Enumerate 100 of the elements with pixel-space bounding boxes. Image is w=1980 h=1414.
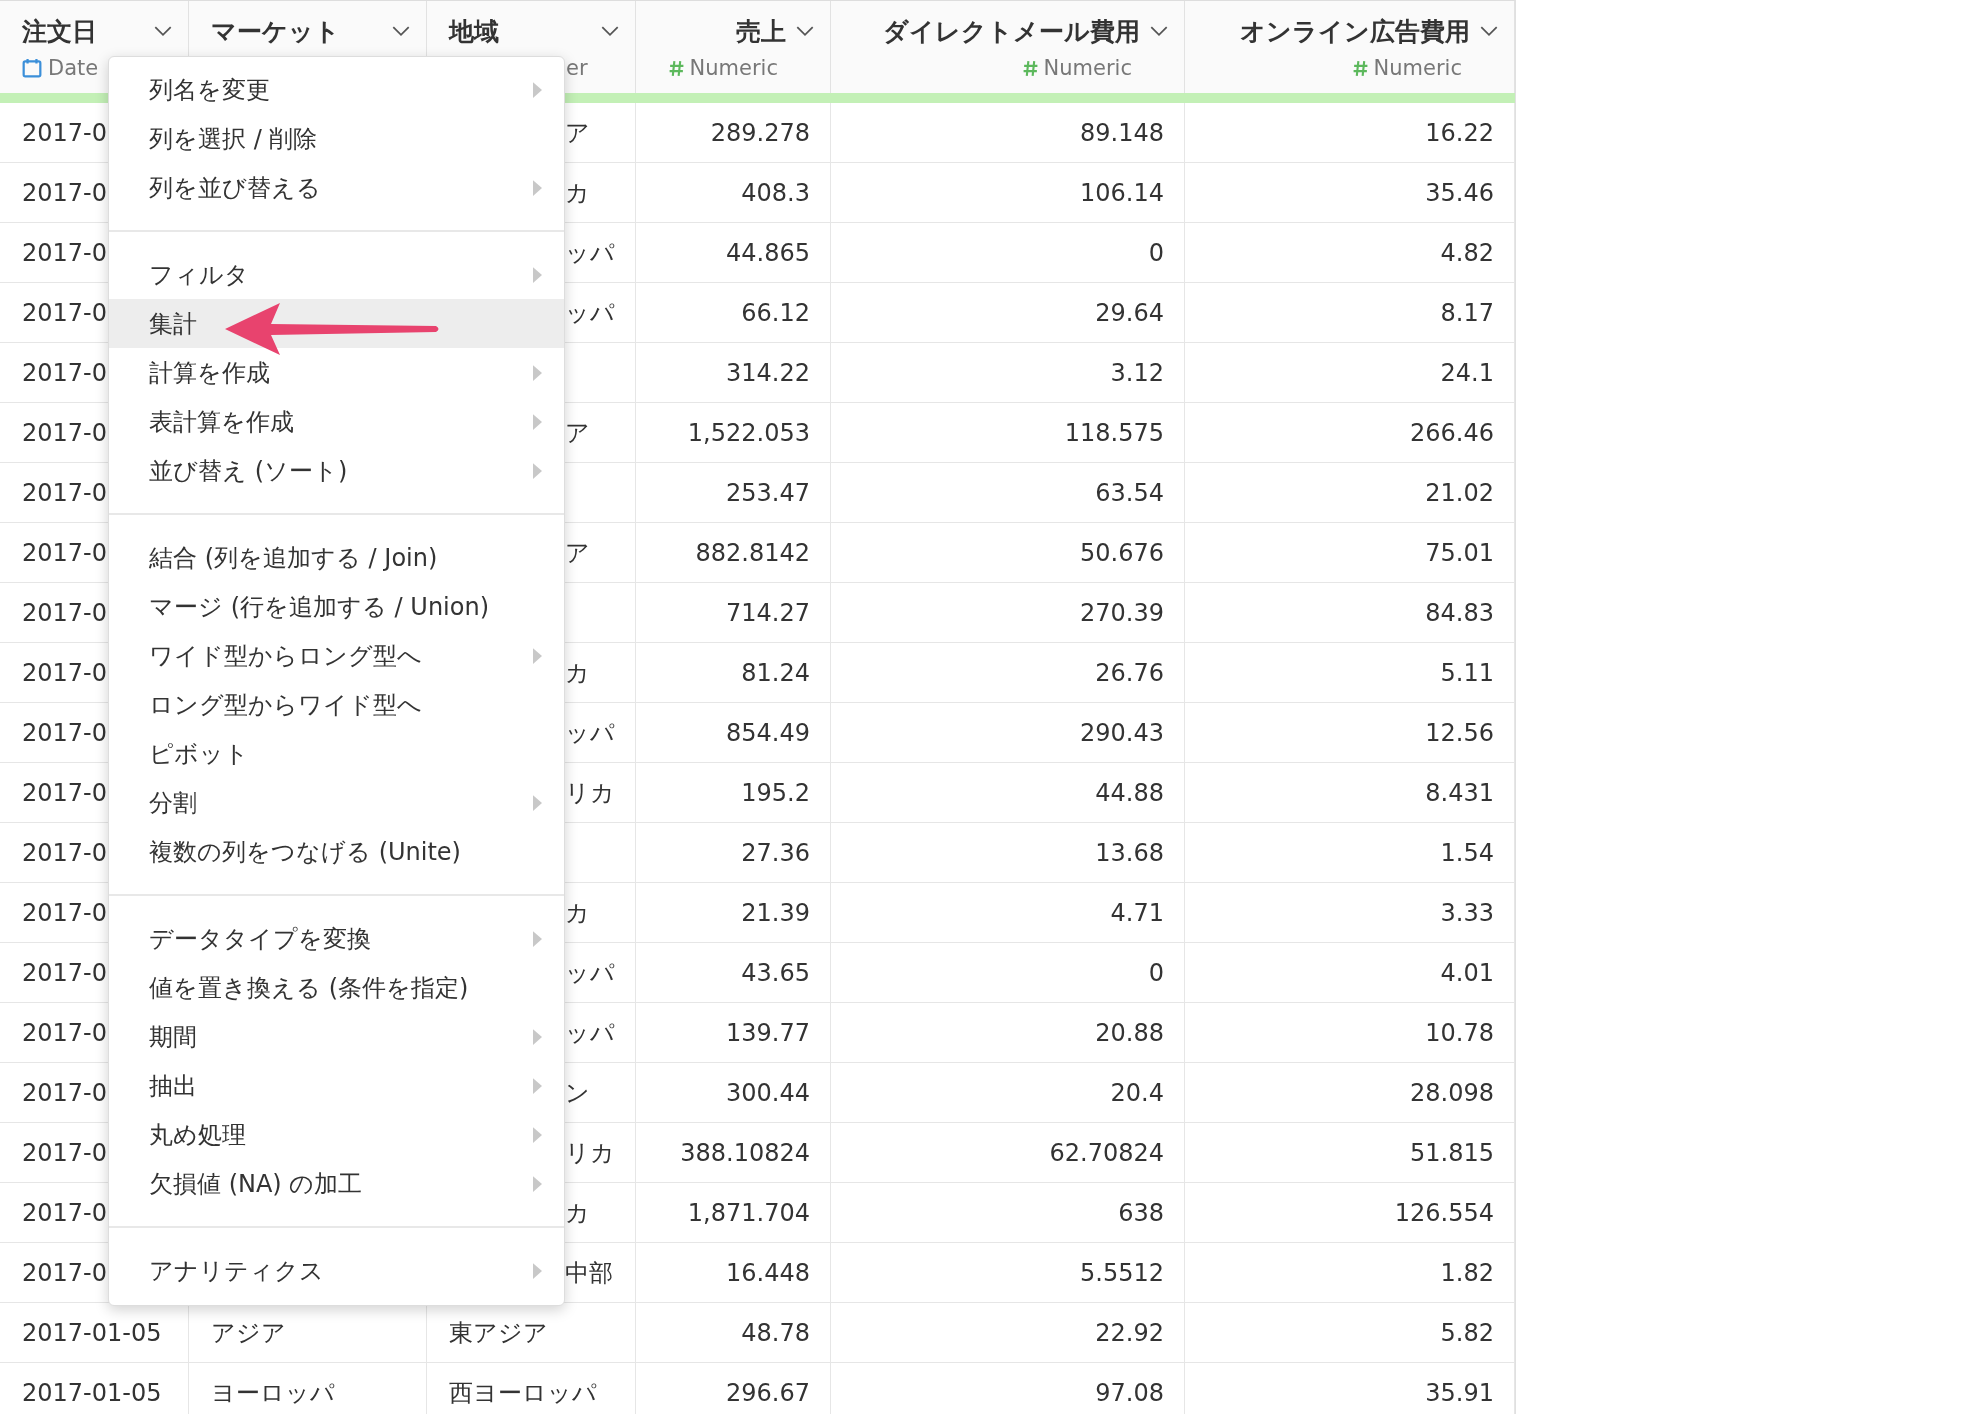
table-cell: 638 — [1118, 1198, 1164, 1227]
table-cell: 5.11 — [1440, 658, 1494, 687]
column-title: 注文日 — [22, 16, 97, 48]
table-cell-text: ッパ — [565, 1017, 615, 1049]
table-cell-text: カ — [565, 1197, 590, 1229]
table-cell: 1.54 — [1440, 838, 1494, 867]
table-cell: 2017-0 — [22, 658, 107, 687]
column-title: ダイレクトメール費用 — [883, 16, 1140, 48]
table-cell: 290.43 — [1080, 718, 1164, 747]
menu-item[interactable]: ロング型からワイド型へ — [109, 680, 564, 729]
table-cell: 2017-0 — [22, 838, 107, 867]
table-cell: 2017-0 — [22, 418, 107, 447]
table-cell: 16.448 — [726, 1258, 810, 1287]
table-cell-text: アジア — [211, 1317, 286, 1349]
table-cell: 10.78 — [1425, 1018, 1494, 1047]
menu-item[interactable]: 列を選択 / 削除 — [109, 114, 564, 163]
table-cell: 48.78 — [741, 1318, 810, 1347]
type-label: er — [566, 56, 588, 80]
menu-item[interactable]: 期間 — [109, 1012, 564, 1061]
menu-item[interactable]: 分割 — [109, 778, 564, 827]
chevron-down-icon[interactable] — [1480, 26, 1498, 37]
submenu-arrow-icon — [533, 266, 542, 283]
table-cell: 35.91 — [1425, 1378, 1494, 1407]
table-cell: 4.01 — [1440, 958, 1494, 987]
table-cell: 2017-0 — [22, 958, 107, 987]
table-cell: 63.54 — [1095, 478, 1164, 507]
table-cell: 2017-0 — [22, 538, 107, 567]
menu-item[interactable]: フィルタ — [109, 250, 564, 299]
table-cell-text: 西ヨーロッパ — [449, 1377, 597, 1409]
table-cell: 2017-01-05 — [22, 1378, 162, 1407]
table-cell: 22.92 — [1095, 1318, 1164, 1347]
table-cell: 0 — [1148, 238, 1164, 267]
table-cell: 35.46 — [1425, 178, 1494, 207]
menu-item[interactable]: 並び替え (ソート) — [109, 446, 564, 495]
table-cell: 139.77 — [726, 1018, 810, 1047]
chevron-down-icon[interactable] — [1150, 26, 1168, 37]
table-cell: 2017-0 — [22, 358, 107, 387]
table-cell: 51.815 — [1410, 1138, 1494, 1167]
table-cell: 12.56 — [1425, 718, 1494, 747]
table-cell: 44.88 — [1095, 778, 1164, 807]
table-cell: 29.64 — [1095, 298, 1164, 327]
table-cell-text: 東アジア — [449, 1317, 548, 1349]
table-cell: 2017-01-05 — [22, 1318, 162, 1347]
table-cell: 2017-0 — [22, 118, 107, 147]
menu-item[interactable]: データタイプを変換 — [109, 914, 564, 963]
menu-item[interactable]: 表計算を作成 — [109, 397, 564, 446]
table-cell-text: ッパ — [565, 297, 615, 329]
table-cell-text: ア — [565, 537, 590, 569]
menu-item[interactable]: 計算を作成 — [109, 348, 564, 397]
menu-item[interactable]: 丸め処理 — [109, 1110, 564, 1159]
menu-item[interactable]: アナリティクス — [109, 1246, 564, 1295]
menu-item[interactable]: 列を並び替える — [109, 163, 564, 212]
table-cell-text: ア — [565, 117, 590, 149]
submenu-arrow-icon — [533, 1077, 542, 1094]
table-cell: 1.82 — [1440, 1258, 1494, 1287]
table-cell: 714.27 — [726, 598, 810, 627]
table-cell: 4.71 — [1110, 898, 1164, 927]
table-cell: 50.676 — [1080, 538, 1164, 567]
table-cell: 24.1 — [1440, 358, 1494, 387]
table-cell: 2017-0 — [22, 718, 107, 747]
chevron-down-icon[interactable] — [796, 26, 814, 37]
column-title: 売上 — [736, 16, 786, 48]
menu-item[interactable]: 結合 (列を追加する / Join) — [109, 533, 564, 582]
calendar-icon — [22, 58, 42, 78]
submenu-arrow-icon — [533, 1126, 542, 1143]
chevron-down-icon[interactable] — [392, 26, 410, 37]
table-cell: 2017-0 — [22, 478, 107, 507]
table-cell: 2017-0 — [22, 298, 107, 327]
chevron-down-icon[interactable] — [601, 26, 619, 37]
hash-icon — [1022, 59, 1038, 77]
table-cell: 44.865 — [726, 238, 810, 267]
table-cell-text: リカ — [565, 777, 615, 809]
table-cell: 0 — [1148, 958, 1164, 987]
menu-item[interactable]: 値を置き換える (条件を指定) — [109, 963, 564, 1012]
table-cell: 300.44 — [726, 1078, 810, 1107]
menu-item[interactable]: ピボット — [109, 729, 564, 778]
menu-item[interactable]: 欠損値 (NA) の加工 — [109, 1159, 564, 1208]
table-cell: 2017-0 — [22, 178, 107, 207]
table-cell: 118.575 — [1064, 418, 1164, 447]
chevron-down-icon[interactable] — [154, 26, 172, 37]
table-cell: 8.17 — [1440, 298, 1494, 327]
table-cell: 106.14 — [1080, 178, 1164, 207]
table-cell: 2017-0 — [22, 1198, 107, 1227]
table-cell-text: カ — [565, 177, 590, 209]
hash-icon — [668, 59, 684, 77]
menu-item[interactable]: 複数の列をつなげる (Unite) — [109, 827, 564, 876]
table-cell: 2017-0 — [22, 1078, 107, 1107]
table-cell-text: ッパ — [565, 717, 615, 749]
menu-item[interactable]: マージ (行を追加する / Union) — [109, 582, 564, 631]
table-cell: 5.5512 — [1080, 1258, 1164, 1287]
menu-item[interactable]: ワイド型からロング型へ — [109, 631, 564, 680]
table-cell: 296.67 — [726, 1378, 810, 1407]
table-cell: 2017-0 — [22, 1138, 107, 1167]
table-cell: 81.24 — [741, 658, 810, 687]
menu-item[interactable]: 抽出 — [109, 1061, 564, 1110]
submenu-arrow-icon — [533, 179, 542, 196]
table-cell: 314.22 — [726, 358, 810, 387]
table-cell-text: 中部 — [565, 1257, 613, 1289]
menu-item[interactable]: 列名を変更 — [109, 65, 564, 114]
table-cell: 13.68 — [1095, 838, 1164, 867]
